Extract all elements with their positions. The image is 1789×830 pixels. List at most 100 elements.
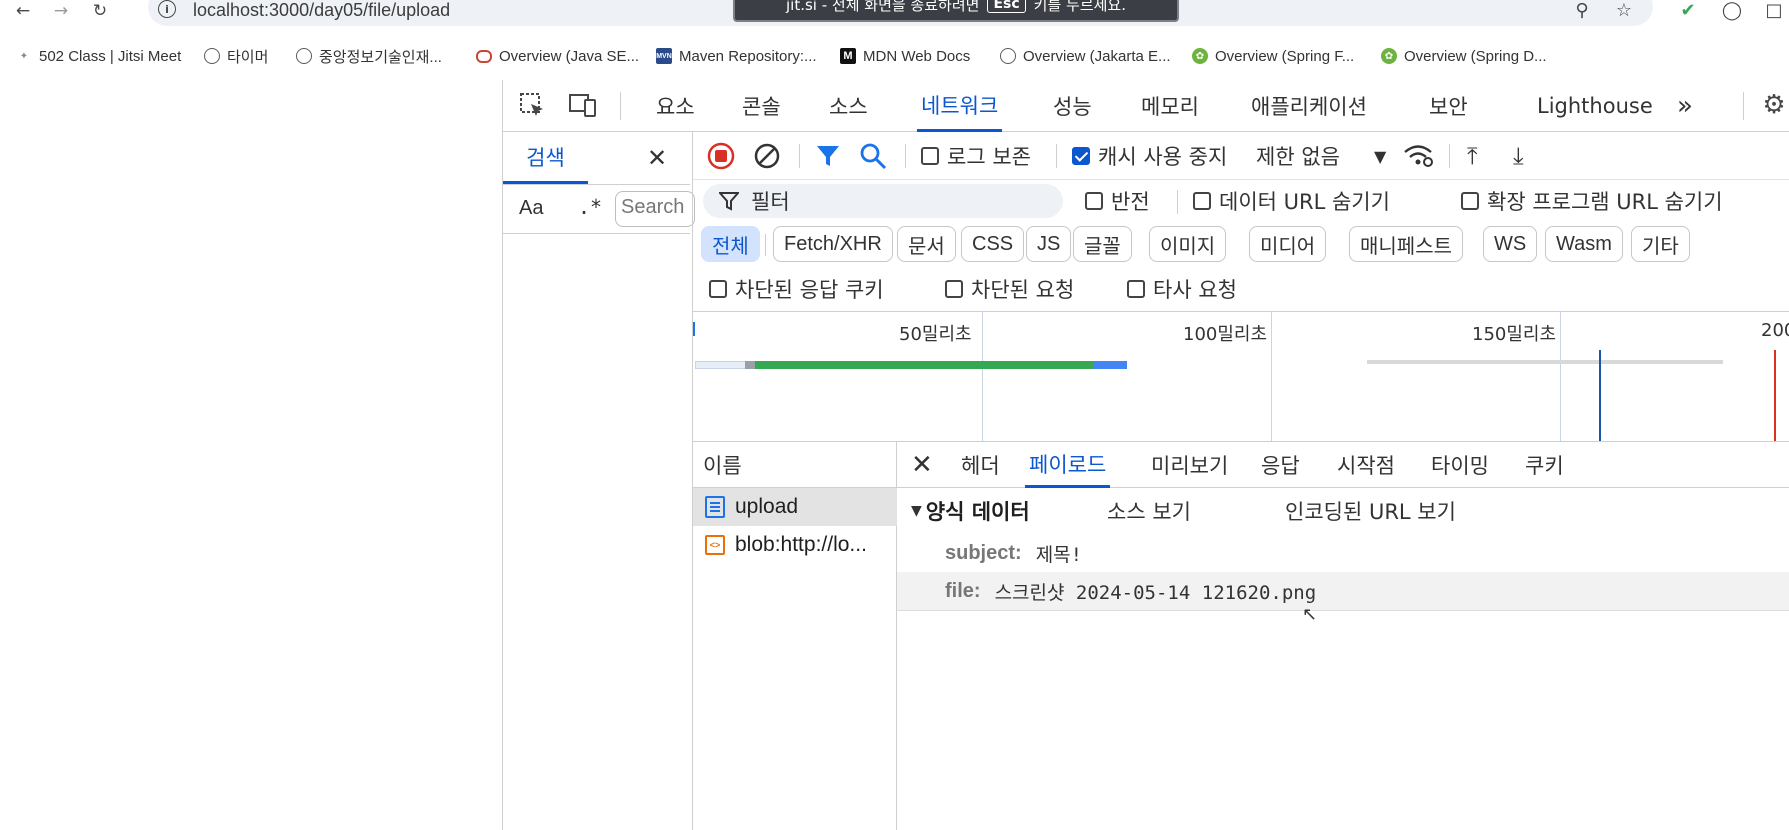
- network-overview-timeline[interactable]: 50밀리초 100밀리초 150밀리초 200: [693, 312, 1789, 442]
- timeline-gridline: [1271, 312, 1272, 441]
- chip-doc[interactable]: 문서: [897, 226, 956, 262]
- more-tabs-icon[interactable]: »: [1673, 80, 1697, 132]
- preserve-log-box[interactable]: [921, 147, 939, 165]
- third-party-box[interactable]: [1127, 280, 1145, 298]
- chip-img[interactable]: 이미지: [1149, 226, 1227, 262]
- chip-wasm[interactable]: Wasm: [1545, 226, 1623, 262]
- request-detail-panel: ✕ 헤더 페이로드 미리보기 응답 시작점 타이밍 쿠키 ▼ 양식 데이터 소스…: [897, 442, 1789, 830]
- hide-ext-urls-box[interactable]: [1461, 192, 1479, 210]
- chip-ws[interactable]: WS: [1483, 226, 1538, 262]
- device-toolbar-icon[interactable]: [568, 90, 598, 120]
- tab-headers[interactable]: 헤더: [957, 442, 1004, 488]
- tab-security[interactable]: 보안: [1425, 80, 1472, 132]
- bookmark-item[interactable]: ✿ Overview (Spring D...: [1381, 46, 1547, 66]
- request-bar-download: [1093, 361, 1127, 369]
- tab-sources[interactable]: 소스: [825, 80, 872, 132]
- network-conditions-icon[interactable]: [1403, 139, 1433, 173]
- tab-memory[interactable]: 메모리: [1137, 80, 1203, 132]
- tab-lighthouse[interactable]: Lighthouse: [1533, 80, 1657, 132]
- tab-response[interactable]: 응답: [1257, 442, 1304, 488]
- invert-label: 반전: [1111, 190, 1150, 214]
- chip-media[interactable]: 미디어: [1249, 226, 1327, 262]
- hide-data-urls-checkbox[interactable]: 데이터 URL 숨기기: [1193, 184, 1390, 218]
- bookmark-label: Overview (Spring F...: [1215, 47, 1355, 65]
- throttle-select[interactable]: 제한 없음 ▼: [1256, 139, 1386, 173]
- tab-console[interactable]: 콘솔: [738, 80, 785, 132]
- tab-application[interactable]: 애플리케이션: [1247, 80, 1371, 132]
- blocked-cookies-box[interactable]: [709, 280, 727, 298]
- name-column-header[interactable]: 이름: [693, 442, 897, 488]
- bookmark-item[interactable]: M MDN Web Docs: [840, 46, 970, 66]
- search-tab[interactable]: 검색: [503, 132, 588, 184]
- clear-icon[interactable]: [753, 139, 781, 173]
- disable-cache-checkbox[interactable]: 캐시 사용 중지: [1072, 139, 1227, 173]
- bookmark-item[interactable]: ✦ 502 Class | Jitsi Meet: [16, 46, 181, 66]
- blocked-requests-checkbox[interactable]: 차단된 요청: [945, 272, 1074, 306]
- chip-js[interactable]: JS: [1026, 226, 1072, 262]
- tab-payload[interactable]: 페이로드: [1025, 442, 1111, 488]
- import-har-icon[interactable]: ⤒: [1467, 139, 1478, 173]
- shield-extension-icon[interactable]: ✔: [1676, 0, 1700, 21]
- extension-icon[interactable]: ◯: [1720, 0, 1744, 21]
- view-source-link[interactable]: 소스 보기: [1107, 496, 1191, 526]
- invert-checkbox[interactable]: 반전: [1085, 184, 1150, 218]
- bookmark-item[interactable]: Overview (Jakarta E...: [1000, 46, 1171, 66]
- timeline-selection-handle[interactable]: [693, 322, 695, 336]
- preserve-log-checkbox[interactable]: 로그 보존: [921, 139, 1031, 173]
- tab-performance[interactable]: 성능: [1049, 80, 1096, 132]
- expand-triangle-icon: ▼: [911, 503, 922, 519]
- request-row[interactable]: <> blob:http://lo...: [693, 526, 897, 564]
- chip-fetch-xhr[interactable]: Fetch/XHR: [773, 226, 893, 262]
- inspect-element-icon[interactable]: [517, 90, 547, 120]
- bookmark-item[interactable]: MVN Maven Repository:...: [656, 46, 817, 66]
- timeline-label-100ms: 100밀리초: [1183, 324, 1268, 345]
- url-text[interactable]: localhost:3000/day05/file/upload: [193, 0, 450, 20]
- back-icon[interactable]: ←: [8, 0, 38, 22]
- site-info-icon[interactable]: i: [158, 0, 176, 18]
- blocked-cookies-checkbox[interactable]: 차단된 응답 쿠키: [709, 272, 884, 306]
- bookmark-item[interactable]: 타이머: [204, 46, 268, 66]
- blocked-requests-box[interactable]: [945, 280, 963, 298]
- request-row[interactable]: upload: [693, 488, 897, 526]
- chip-font[interactable]: 글꼴: [1073, 226, 1132, 262]
- form-data-section-header[interactable]: ▼ 양식 데이터: [911, 496, 1030, 526]
- bookmark-label: 타이머: [227, 48, 269, 66]
- tab-cookies[interactable]: 쿠키: [1521, 442, 1568, 488]
- bookmark-item[interactable]: Overview (Java SE...: [476, 46, 639, 66]
- reload-icon[interactable]: ↻: [85, 0, 115, 22]
- view-url-encoded-link[interactable]: 인코딩된 URL 보기: [1285, 496, 1456, 526]
- search-icon[interactable]: [859, 139, 887, 173]
- record-stop-icon[interactable]: [707, 139, 735, 173]
- chip-css[interactable]: CSS: [961, 226, 1025, 262]
- disable-cache-box[interactable]: [1072, 147, 1090, 165]
- bookmark-star-icon[interactable]: ☆: [1612, 0, 1636, 21]
- hide-data-urls-box[interactable]: [1193, 192, 1211, 210]
- regex-toggle[interactable]: .*: [578, 195, 602, 219]
- chip-manifest[interactable]: 매니페스트: [1349, 226, 1463, 262]
- preserve-log-label: 로그 보존: [947, 145, 1031, 169]
- export-har-icon[interactable]: ⤓: [1513, 139, 1524, 173]
- chip-all[interactable]: 전체: [701, 226, 760, 262]
- settings-gear-icon[interactable]: ⚙: [1759, 90, 1789, 120]
- hide-ext-urls-checkbox[interactable]: 확장 프로그램 URL 숨기기: [1461, 184, 1723, 218]
- tab-preview[interactable]: 미리보기: [1147, 442, 1232, 488]
- bookmark-item[interactable]: 중앙정보기술인재...: [296, 46, 442, 66]
- invert-box[interactable]: [1085, 192, 1103, 210]
- bookmark-item[interactable]: ✿ Overview (Spring F...: [1192, 46, 1354, 66]
- tab-timing[interactable]: 타이밍: [1427, 442, 1493, 488]
- search-input[interactable]: Search: [615, 191, 695, 227]
- close-icon[interactable]: ✕: [911, 450, 933, 480]
- extensions-puzzle-icon[interactable]: □: [1762, 0, 1786, 21]
- zoom-icon[interactable]: ⚲: [1570, 0, 1594, 21]
- tab-elements[interactable]: 요소: [652, 80, 699, 132]
- forward-icon[interactable]: →: [46, 0, 76, 22]
- spring-icon: ✿: [1381, 48, 1397, 64]
- third-party-checkbox[interactable]: 타사 요청: [1127, 272, 1237, 306]
- filter-funnel-icon[interactable]: [815, 139, 841, 173]
- tab-initiator[interactable]: 시작점: [1333, 442, 1399, 488]
- match-case-toggle[interactable]: Aa: [519, 197, 543, 220]
- tab-network[interactable]: 네트워크: [917, 80, 1003, 132]
- close-icon[interactable]: ✕: [647, 144, 667, 172]
- filter-input[interactable]: 필터: [703, 184, 1063, 218]
- chip-other[interactable]: 기타: [1631, 226, 1690, 262]
